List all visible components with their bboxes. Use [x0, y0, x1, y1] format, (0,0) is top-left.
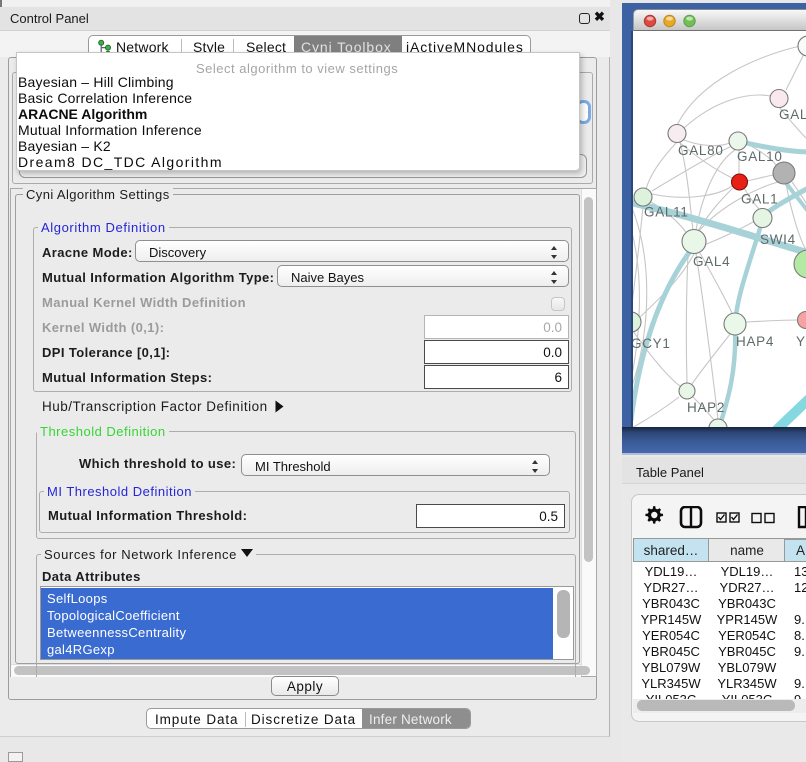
svg-text:GAL: GAL — [779, 107, 806, 122]
svg-text:GAL4: GAL4 — [693, 254, 730, 269]
svg-text:SWI4: SWI4 — [760, 232, 796, 247]
svg-text:GAL10: GAL10 — [737, 149, 783, 164]
svg-text:HAP4: HAP4 — [736, 334, 774, 349]
svg-text:GAL1: GAL1 — [741, 192, 778, 207]
svg-text:GCY1: GCY1 — [633, 336, 671, 351]
svg-text:GAL11: GAL11 — [644, 205, 689, 220]
svg-text:HAP2: HAP2 — [687, 400, 725, 415]
svg-text:GAL80: GAL80 — [678, 143, 724, 158]
svg-text:Y: Y — [796, 334, 806, 349]
